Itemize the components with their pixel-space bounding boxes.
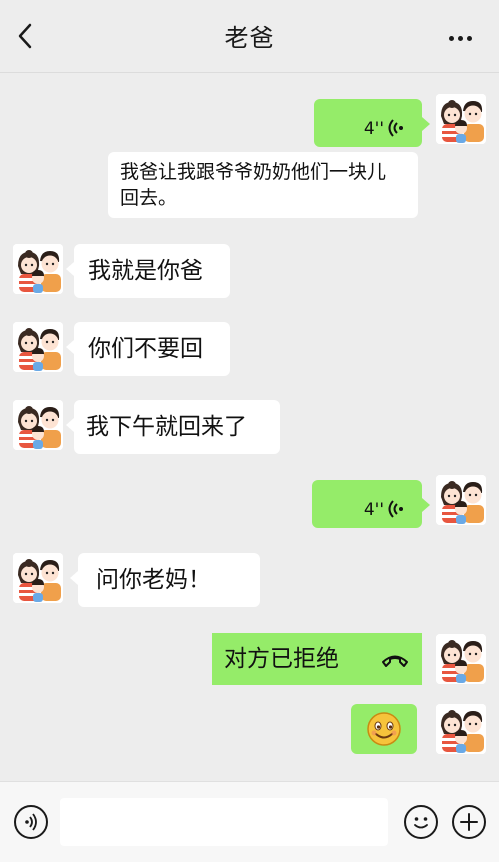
more-dots-icon[interactable]	[449, 26, 477, 46]
chat-header: 老爸	[0, 0, 499, 73]
voice-duration: 4''	[363, 119, 384, 139]
message-bubble: 我爸让我跟爷爷奶奶他们一块儿 回去。	[108, 152, 418, 218]
voice-wave-icon	[386, 114, 406, 137]
voice-input-icon[interactable]	[14, 805, 48, 839]
voice-duration: 4''	[363, 500, 384, 520]
message-text: 我下午就回来了	[86, 414, 247, 440]
message-text: 我就是你爸	[88, 258, 203, 284]
my-avatar[interactable]	[436, 475, 486, 525]
voice-message-bubble[interactable]: 4''	[312, 480, 430, 528]
input-bar	[0, 781, 499, 862]
my-avatar[interactable]	[436, 704, 486, 754]
contact-avatar[interactable]	[13, 400, 63, 450]
message-bubble: 我下午就回来了	[66, 400, 280, 454]
message-bubble: 你们不要回	[66, 322, 230, 376]
plus-icon[interactable]	[452, 805, 486, 839]
call-status-text: 对方已拒绝	[224, 646, 339, 672]
call-status-bubble[interactable]: 对方已拒绝	[212, 633, 422, 685]
message-input[interactable]	[60, 798, 388, 846]
voice-wave-icon	[386, 495, 406, 518]
contact-avatar[interactable]	[13, 244, 63, 294]
contact-avatar[interactable]	[13, 553, 63, 603]
emoji-icon[interactable]	[404, 805, 438, 839]
message-bubble: 问你老妈！	[70, 553, 260, 607]
message-text: 你们不要回	[88, 336, 203, 362]
contact-avatar[interactable]	[13, 322, 63, 372]
message-text-line: 回去。	[120, 187, 178, 209]
voice-message-bubble[interactable]: 4''	[314, 99, 430, 147]
my-avatar[interactable]	[436, 94, 486, 144]
smile-emoji-icon	[367, 712, 401, 756]
my-avatar[interactable]	[436, 634, 486, 684]
chat-title: 老爸	[224, 24, 275, 52]
message-text: 问你老妈！	[96, 567, 211, 593]
message-text-line: 我爸让我跟爷爷奶奶他们一块儿	[120, 161, 387, 183]
emoji-message-bubble[interactable]	[351, 704, 417, 754]
hangup-phone-icon	[380, 647, 410, 681]
message-bubble: 我就是你爸	[66, 244, 230, 298]
